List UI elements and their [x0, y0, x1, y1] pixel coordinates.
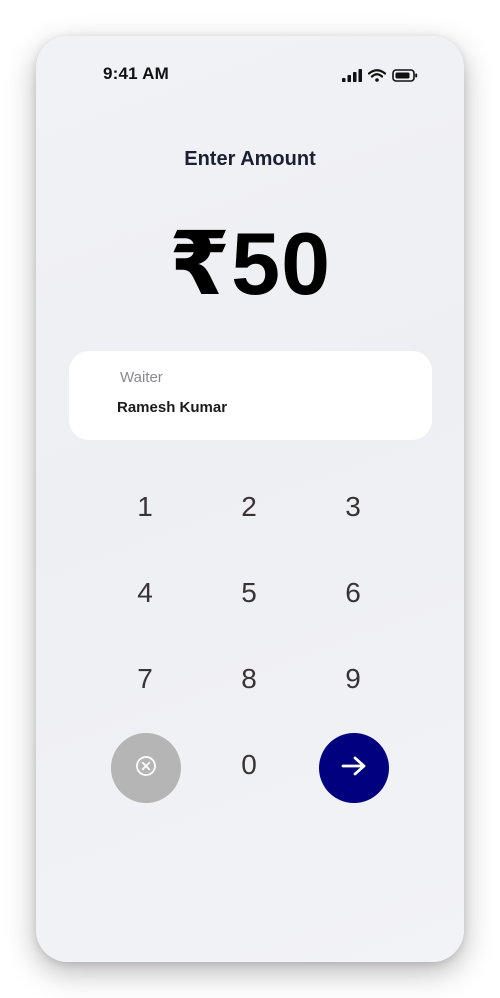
- clear-icon: [135, 755, 157, 782]
- key-3[interactable]: 3: [313, 477, 393, 537]
- key-0[interactable]: 0: [209, 735, 289, 795]
- next-button[interactable]: [319, 733, 389, 803]
- status-icons: [342, 68, 418, 82]
- status-bar: 9:41 AM: [36, 36, 464, 116]
- key-8[interactable]: 8: [209, 649, 289, 709]
- key-5[interactable]: 5: [209, 563, 289, 623]
- key-6[interactable]: 6: [313, 563, 393, 623]
- signal-icon: [342, 69, 362, 82]
- key-2[interactable]: 2: [209, 477, 289, 537]
- amount-display: ₹50: [168, 214, 332, 313]
- clear-button[interactable]: [111, 733, 181, 803]
- wifi-icon: [368, 69, 386, 82]
- page-title: Enter Amount: [184, 148, 316, 170]
- phone-screen: 9:41 AM Enter Amount ₹50 Waiter Ramesh K…: [36, 36, 464, 962]
- waiter-name: Ramesh Kumar: [117, 399, 228, 416]
- key-9[interactable]: 9: [313, 649, 393, 709]
- key-1[interactable]: 1: [105, 477, 185, 537]
- key-4[interactable]: 4: [105, 563, 185, 623]
- waiter-label: Waiter: [120, 369, 163, 386]
- waiter-selector[interactable]: Waiter Ramesh Kumar: [69, 351, 432, 440]
- arrow-right-icon: [340, 754, 368, 783]
- key-7[interactable]: 7: [105, 649, 185, 709]
- status-time: 9:41 AM: [103, 64, 169, 83]
- battery-icon: [392, 69, 418, 82]
